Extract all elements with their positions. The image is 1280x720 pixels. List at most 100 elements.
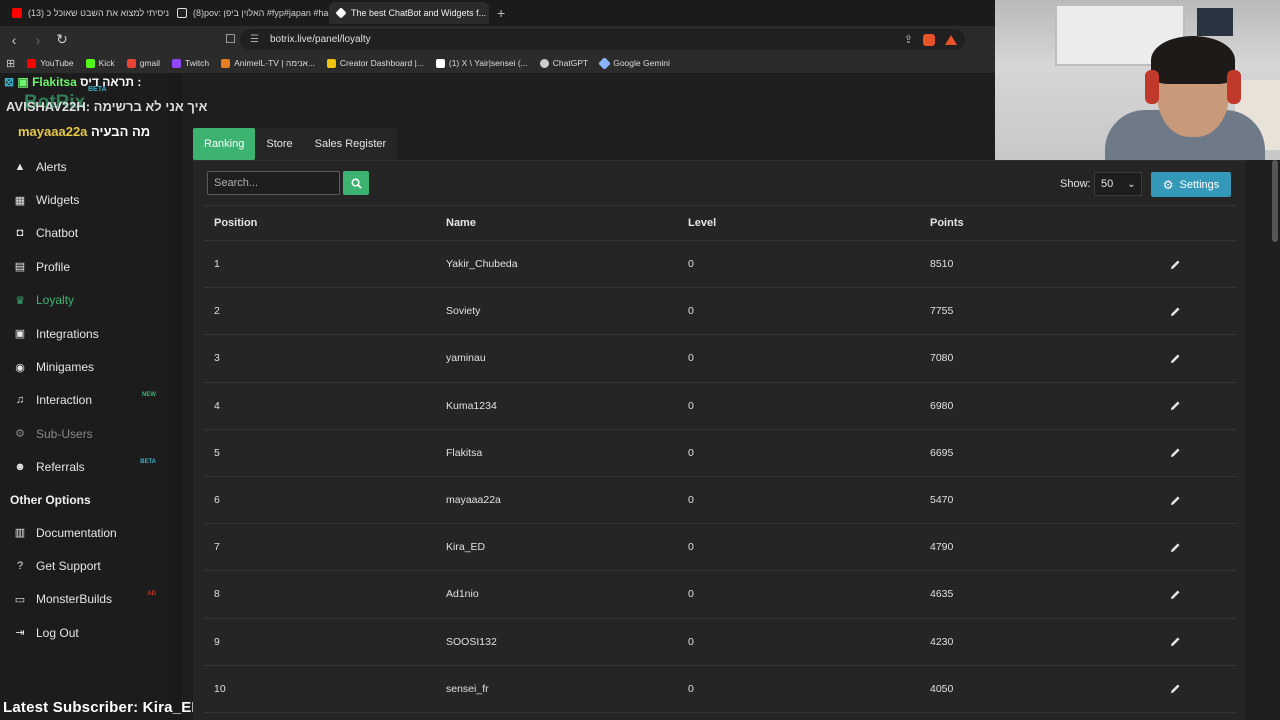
edit-button[interactable] xyxy=(1170,495,1237,506)
column-header-name[interactable]: Name xyxy=(446,217,688,229)
bookmark-kick[interactable]: Kick xyxy=(85,58,115,68)
sidebar-item-get-support[interactable]: ? Get Support xyxy=(0,549,168,582)
sidebar-item-integrations[interactable]: ▣ Integrations xyxy=(0,317,168,350)
sidebar-item-log-out[interactable]: ⇥ Log Out xyxy=(0,616,168,649)
bookmark-youtube[interactable]: YouTube xyxy=(27,58,74,68)
bookmark-creator-dashboard[interactable]: Creator Dashboard |... xyxy=(326,58,424,68)
sidebar-item-alerts[interactable]: ▲ Alerts xyxy=(0,150,168,183)
bookmark-twitch[interactable]: Twitch xyxy=(172,58,209,68)
tab-ranking[interactable]: Ranking xyxy=(193,128,256,160)
sidebar-other-nav: ▥ Documentation ? Get Support ▭ MonsterBuil… xyxy=(0,516,168,650)
laptop-icon: ▭ xyxy=(14,593,26,606)
edit-button[interactable] xyxy=(1170,259,1237,270)
cell-name: Flakitsa xyxy=(446,446,483,459)
column-header-position[interactable]: Position xyxy=(204,217,446,229)
forward-icon[interactable]: › xyxy=(28,32,48,48)
cell-name: Soviety xyxy=(446,305,481,318)
bookmark-icon[interactable]: ☐ xyxy=(225,32,236,46)
new-tab-button[interactable]: + xyxy=(497,5,505,21)
cell-name: Yakir_Chubeda xyxy=(446,258,518,271)
edit-button[interactable] xyxy=(1170,306,1237,317)
cell-position: 2 xyxy=(214,305,220,318)
cell-name: Kuma1234 xyxy=(446,399,497,412)
cell-level: 0 xyxy=(688,305,694,318)
sidebar-item-label: Alerts xyxy=(36,159,67,174)
search-button[interactable] xyxy=(343,171,369,195)
edit-button[interactable] xyxy=(1170,400,1237,411)
brave-rewards-icon[interactable] xyxy=(945,34,957,45)
show-count-select[interactable]: 50 ⌄ xyxy=(1094,172,1142,196)
show-count-value: 50 xyxy=(1101,178,1114,190)
gemini-icon xyxy=(598,56,612,70)
headphones-left xyxy=(1145,70,1159,104)
sidebar-item-minigames[interactable]: ◉ Minigames xyxy=(0,350,168,383)
sidebar-item-widgets[interactable]: ▦ Widgets xyxy=(0,183,168,216)
sidebar-item-label: Sub-Users xyxy=(36,426,93,441)
edit-button[interactable] xyxy=(1170,589,1237,600)
settings-button[interactable]: ⚙ Settings xyxy=(1151,172,1231,197)
animeil-icon xyxy=(221,58,231,68)
webcam-feed xyxy=(995,0,1280,160)
tab-label: The best ChatBot and Widgets f... xyxy=(351,8,487,18)
cell-level: 0 xyxy=(688,399,694,412)
browser-tab-tiktok[interactable]: (8)pov: האלוין ביפן #fyp#japan #hall... xyxy=(169,2,329,24)
edit-button[interactable] xyxy=(1170,683,1237,694)
chat-badge-icon: ▣ xyxy=(17,75,29,89)
bookmark-x[interactable]: (1) X \ Yair|sensei (... xyxy=(435,58,528,68)
pencil-icon xyxy=(1170,495,1180,505)
chat-message-1: ⊠ ▣ Flakitsa תראה דיס : xyxy=(4,75,141,89)
sidebar-item-label: Widgets xyxy=(36,193,80,208)
address-bar[interactable]: ☰ botrix.live/panel/loyalty ⇪ xyxy=(240,29,965,50)
bookmark-chatgpt[interactable]: ChatGPT xyxy=(539,58,588,68)
sidebar-item-label: Interaction xyxy=(36,393,93,408)
share-icon[interactable]: ⇪ xyxy=(904,33,913,46)
webcam-poster xyxy=(1197,8,1233,36)
sidebar-item-documentation[interactable]: ▥ Documentation xyxy=(0,516,168,549)
browser-tab-botrix[interactable]: The best ChatBot and Widgets f... ✕ xyxy=(329,2,489,24)
cell-level: 0 xyxy=(688,258,694,271)
tab-store[interactable]: Store xyxy=(255,128,304,160)
sidebar-item-monsterbuilds[interactable]: ▭ MonsterBuilds AD xyxy=(0,583,168,616)
column-header-level[interactable]: Level xyxy=(688,217,930,229)
edit-button[interactable] xyxy=(1170,542,1237,553)
kick-icon xyxy=(85,58,95,68)
integrations-icon: ▣ xyxy=(14,328,26,341)
chatgpt-icon xyxy=(539,58,549,68)
scrollbar[interactable] xyxy=(1272,160,1278,242)
bookmark-label: (1) X \ Yair|sensei (... xyxy=(448,58,528,68)
chat-message-2: AVISHAV22H: איך אני לא ברשימה xyxy=(6,99,208,114)
reload-icon[interactable]: ↻ xyxy=(52,31,72,48)
cell-name: yaminau xyxy=(446,352,486,365)
site-info-icon[interactable]: ☰ xyxy=(250,34,262,45)
sidebar-item-sub-users[interactable]: ⚙ Sub-Users xyxy=(0,417,168,450)
bookmark-gmail[interactable]: gmail xyxy=(126,58,160,68)
search-input[interactable] xyxy=(214,177,334,189)
cell-points: 7755 xyxy=(930,305,954,318)
cell-level: 0 xyxy=(688,635,694,648)
browser-toolbar: ‹ › ↻ ☐ ☰ botrix.live/panel/loyalty ⇪ xyxy=(0,26,995,53)
edit-button[interactable] xyxy=(1170,447,1237,458)
sidebar-item-loyalty[interactable]: ♛ Loyalty xyxy=(0,284,168,317)
creator-dashboard-icon xyxy=(326,58,336,68)
browser-tab-youtube[interactable]: (13) ניסיתי למצוא את השבט שאוכל כ... xyxy=(4,2,169,24)
back-icon[interactable]: ‹ xyxy=(4,32,24,48)
column-header-points[interactable]: Points xyxy=(930,217,1170,229)
edit-button[interactable] xyxy=(1170,353,1237,364)
bookmark-animeil[interactable]: AnimeIL-TV | אנימה... xyxy=(221,58,315,68)
bookmark-label: AnimeIL-TV | אנימה... xyxy=(234,58,315,68)
sidebar-item-chatbot[interactable]: ◘ Chatbot xyxy=(0,217,168,250)
pencil-icon xyxy=(1170,543,1180,552)
cell-points: 4635 xyxy=(930,588,954,601)
table-row: 2 Soviety 0 7755 xyxy=(204,288,1237,336)
edit-button[interactable] xyxy=(1170,636,1237,647)
users-cog-icon: ⚙ xyxy=(15,428,25,441)
brave-shield-icon[interactable] xyxy=(923,33,935,46)
bookmark-gemini[interactable]: Google Gemini xyxy=(598,56,670,70)
sidebar-item-profile[interactable]: ▤ Profile xyxy=(0,250,168,283)
apps-grid-icon[interactable]: ⊞ xyxy=(6,57,15,70)
search-icon xyxy=(351,178,362,189)
sidebar-item-referrals[interactable]: ☻ Referrals BETA xyxy=(0,451,168,484)
sidebar-item-interaction[interactable]: ♫ Interaction NEW xyxy=(0,384,168,417)
tab-sales-register[interactable]: Sales Register xyxy=(303,128,398,160)
cell-level: 0 xyxy=(688,588,694,601)
